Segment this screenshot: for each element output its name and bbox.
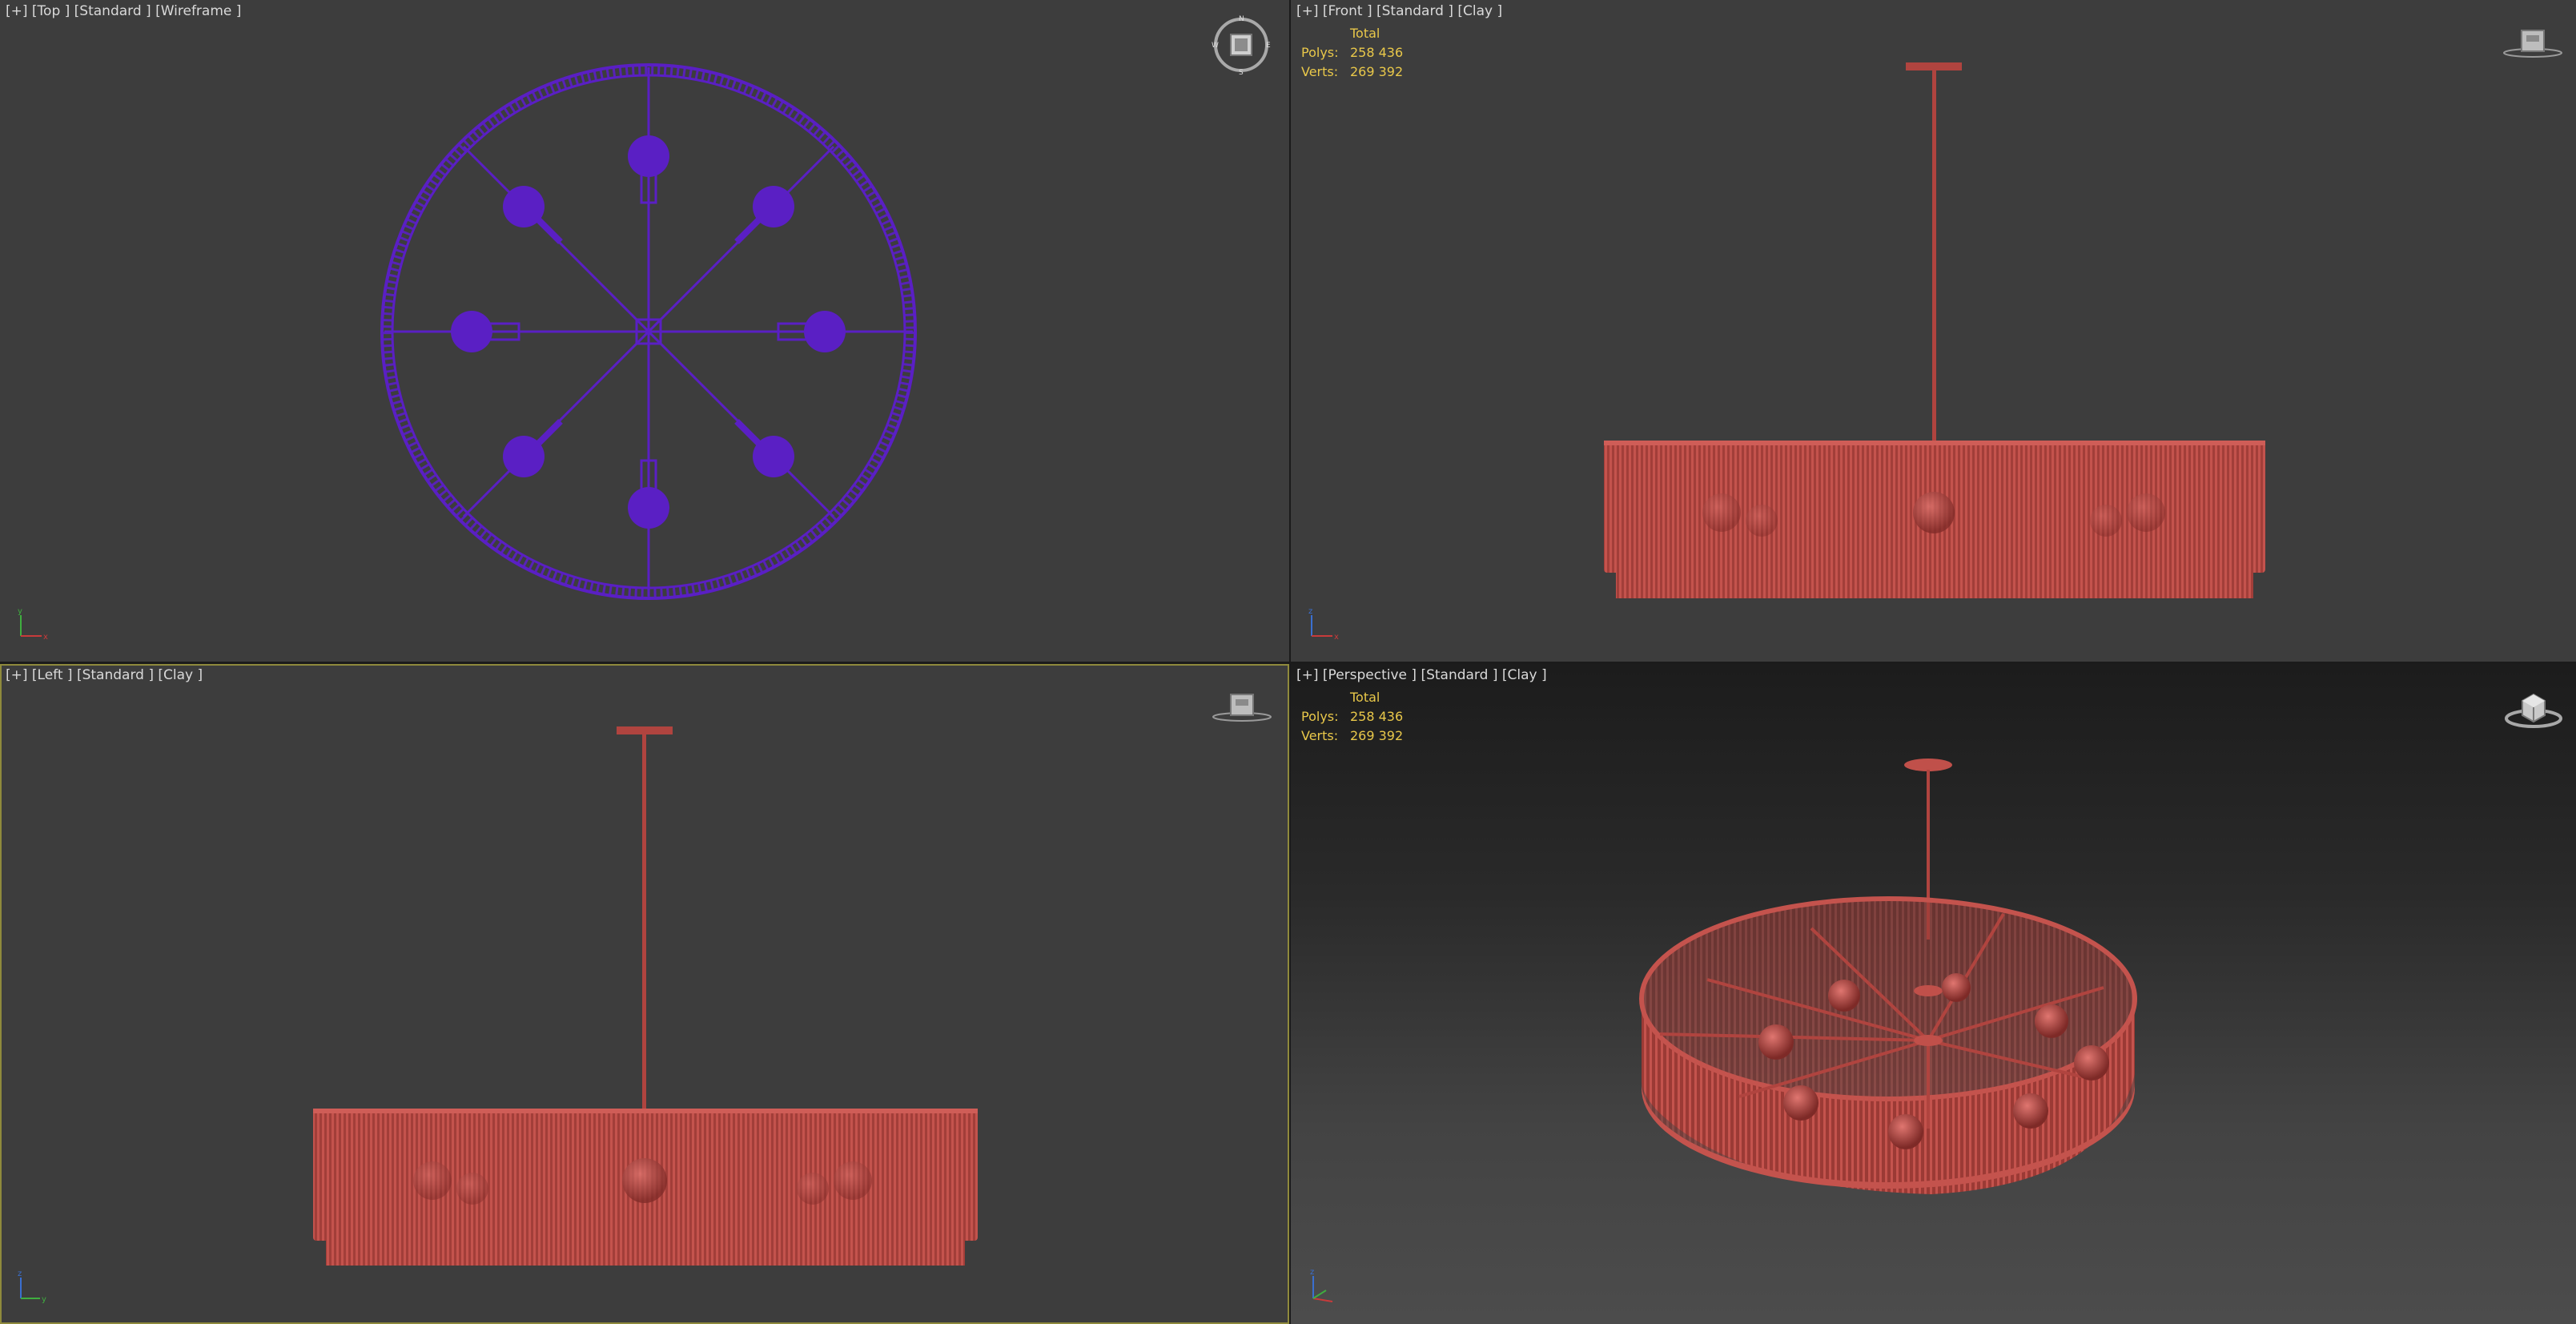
wireframe-chandelier-top [380, 63, 917, 600]
viewcube-compass-icon[interactable]: N S W E [1211, 14, 1272, 77]
svg-text:y: y [18, 607, 22, 616]
axis-tripod-icon: z [1302, 1266, 1342, 1306]
viewcube-icon[interactable] [2502, 26, 2563, 61]
clay-chandelier-left [313, 726, 978, 1266]
svg-text:x: x [43, 633, 48, 642]
svg-text:z: z [1308, 607, 1312, 616]
viewport-left[interactable]: [+] [Left ] [Standard ] [Clay ] z y [0, 664, 1289, 1324]
svg-text:z: z [18, 1270, 22, 1278]
viewport-perspective[interactable]: [+] [Perspective ] [Standard ] [Clay ] T… [1291, 664, 2576, 1324]
viewcube-perspective-icon[interactable] [2502, 686, 2566, 731]
clay-chandelier-front [1604, 62, 2265, 598]
svg-text:y: y [42, 1295, 46, 1304]
svg-text:x: x [1334, 633, 1339, 642]
viewport-top[interactable]: [+] [Top ] [Standard ] [Wireframe ] N S … [0, 0, 1289, 662]
svg-text:E: E [1266, 42, 1271, 50]
axis-tripod-icon: z y [11, 1266, 51, 1306]
svg-text:S: S [1239, 69, 1244, 75]
svg-text:z: z [1310, 1268, 1314, 1277]
axis-tripod-icon: y x [11, 604, 51, 644]
axis-tripod-icon: z x [1302, 604, 1342, 644]
svg-text:W: W [1212, 42, 1219, 50]
viewport-front[interactable]: [+] [Front ] [Standard ] [Clay ] Total P… [1291, 0, 2576, 662]
clay-chandelier-perspective [1639, 759, 2137, 1194]
svg-text:N: N [1239, 15, 1244, 23]
viewcube-icon[interactable] [1212, 690, 1272, 725]
